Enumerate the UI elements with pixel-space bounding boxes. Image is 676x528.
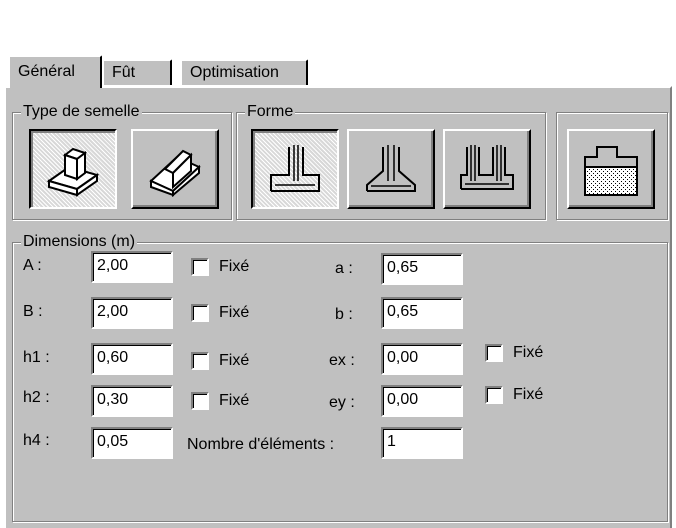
dimension-label-ex: ex :	[329, 352, 355, 369]
tab-optimisation[interactable]: Optimisation	[180, 59, 308, 85]
fixe-checkbox-b[interactable]	[191, 304, 209, 322]
dimension-label-a-col: a :	[335, 260, 353, 277]
dimension-input-ey[interactable]: 0,00	[381, 385, 463, 417]
forme-group: Forme	[236, 102, 546, 220]
fixe-checkbox-ey[interactable]	[485, 386, 503, 404]
eccentric-footing-shape-icon	[270, 145, 320, 192]
nombre-elements-input[interactable]: 1	[381, 427, 463, 459]
forme-legend: Forme	[245, 102, 296, 122]
fixe-checkbox-h2[interactable]	[191, 392, 209, 410]
dimension-input-a-col[interactable]: 0,65	[381, 253, 463, 285]
fixe-checkbox-h1[interactable]	[191, 352, 209, 370]
dimension-label-a: A :	[23, 257, 42, 274]
dimension-label-b: B :	[23, 303, 43, 320]
footing-on-soil-icon	[584, 146, 638, 196]
nombre-elements-label: Nombre d'éléments :	[187, 436, 335, 453]
strip-footing-icon	[149, 149, 201, 197]
dimension-input-h4[interactable]: 0,05	[91, 427, 173, 459]
isolated-footing-button[interactable]	[29, 129, 117, 209]
eccentric-footing-shape-button[interactable]	[251, 129, 339, 209]
dimension-label-b-col: b :	[335, 306, 353, 323]
fixe-label-h2: Fixé	[219, 392, 250, 409]
tab-fut[interactable]: Fût	[102, 59, 172, 85]
dimension-input-b[interactable]: 2,00	[91, 297, 173, 329]
dimension-label-h4: h4 :	[23, 432, 50, 449]
type-semelle-group: Type de semelle	[12, 102, 232, 220]
fixe-label-b: Fixé	[219, 304, 250, 321]
tab-panel-general: Type de semelle Forme Dimensions (m) A:…	[4, 86, 672, 528]
fixe-label-ey: Fixé	[513, 386, 544, 403]
fixe-label-ex: Fixé	[513, 344, 544, 361]
strip-footing-button[interactable]	[131, 129, 219, 209]
footing-on-soil-button[interactable]	[567, 129, 655, 209]
dimension-input-h2[interactable]: 0,30	[91, 385, 173, 417]
type-semelle-legend: Type de semelle	[21, 102, 142, 122]
dimension-input-ex[interactable]: 0,00	[381, 343, 463, 375]
fixe-checkbox-ex[interactable]	[485, 344, 503, 362]
fixe-label-h1: Fixé	[219, 352, 250, 369]
isolated-footing-icon	[46, 147, 100, 197]
fixe-label-a: Fixé	[219, 258, 250, 275]
dimension-input-b-col[interactable]: 0,65	[381, 297, 463, 329]
dimension-label-h2: h2 :	[23, 389, 50, 406]
dimension-input-a[interactable]: 2,00	[91, 251, 173, 283]
dimension-input-h1[interactable]: 0,60	[91, 343, 173, 375]
tapered-footing-shape-icon	[366, 145, 416, 192]
dimension-label-ey: ey :	[329, 394, 355, 411]
multi-column-footing-shape-button[interactable]	[443, 129, 531, 209]
dimension-label-h1: h1 :	[23, 349, 50, 366]
tapered-footing-shape-button[interactable]	[347, 129, 435, 209]
fixe-checkbox-a[interactable]	[191, 258, 209, 276]
dimensions-group: Dimensions (m) A : 2,00 Fixé B : 2,00 Fi…	[12, 232, 668, 522]
tab-general[interactable]: Général	[8, 55, 102, 88]
dimensions-legend: Dimensions (m)	[21, 232, 138, 252]
soil-group	[556, 112, 668, 220]
multi-column-footing-shape-icon	[460, 145, 514, 190]
